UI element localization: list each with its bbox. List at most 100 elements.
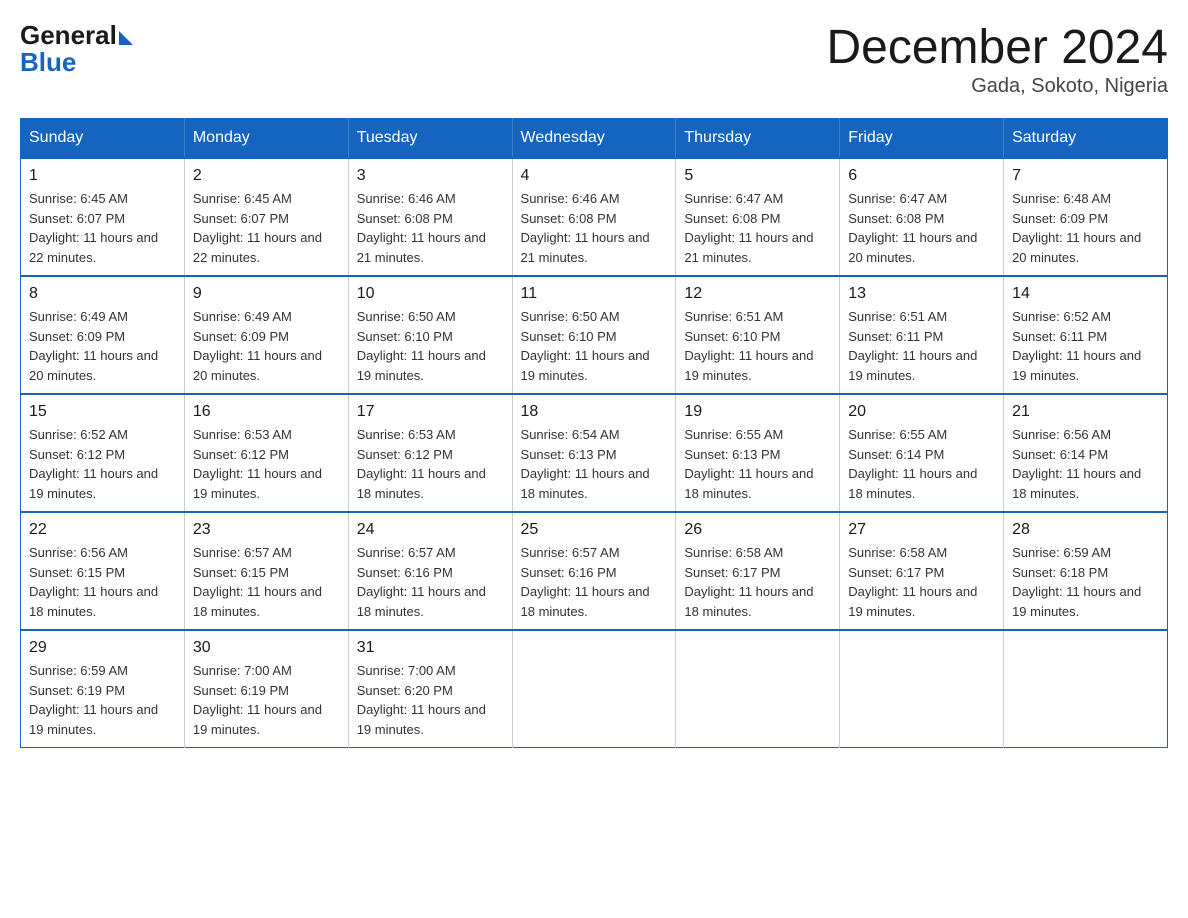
page-subtitle: Gada, Sokoto, Nigeria xyxy=(826,75,1168,98)
calendar-cell: 20 Sunrise: 6:55 AM Sunset: 6:14 PM Dayl… xyxy=(840,394,1004,512)
calendar-cell: 28 Sunrise: 6:59 AM Sunset: 6:18 PM Dayl… xyxy=(1004,512,1168,630)
day-number: 21 xyxy=(1012,403,1159,421)
calendar-cell xyxy=(676,630,840,748)
day-number: 10 xyxy=(357,285,504,303)
day-info: Sunrise: 6:56 AM Sunset: 6:14 PM Dayligh… xyxy=(1012,425,1159,503)
day-info: Sunrise: 6:49 AM Sunset: 6:09 PM Dayligh… xyxy=(193,307,340,385)
day-info: Sunrise: 6:47 AM Sunset: 6:08 PM Dayligh… xyxy=(848,189,995,267)
calendar-cell: 3 Sunrise: 6:46 AM Sunset: 6:08 PM Dayli… xyxy=(348,158,512,276)
day-number: 15 xyxy=(29,403,176,421)
day-number: 14 xyxy=(1012,285,1159,303)
day-number: 18 xyxy=(521,403,668,421)
calendar-cell: 11 Sunrise: 6:50 AM Sunset: 6:10 PM Dayl… xyxy=(512,276,676,394)
calendar-body: 1 Sunrise: 6:45 AM Sunset: 6:07 PM Dayli… xyxy=(21,158,1168,748)
day-number: 7 xyxy=(1012,167,1159,185)
day-info: Sunrise: 6:57 AM Sunset: 6:16 PM Dayligh… xyxy=(521,543,668,621)
header-monday: Monday xyxy=(184,119,348,159)
day-info: Sunrise: 6:55 AM Sunset: 6:14 PM Dayligh… xyxy=(848,425,995,503)
day-number: 25 xyxy=(521,521,668,539)
day-number: 30 xyxy=(193,639,340,657)
day-info: Sunrise: 6:53 AM Sunset: 6:12 PM Dayligh… xyxy=(193,425,340,503)
day-info: Sunrise: 6:53 AM Sunset: 6:12 PM Dayligh… xyxy=(357,425,504,503)
calendar-cell: 30 Sunrise: 7:00 AM Sunset: 6:19 PM Dayl… xyxy=(184,630,348,748)
header-tuesday: Tuesday xyxy=(348,119,512,159)
day-info: Sunrise: 6:52 AM Sunset: 6:12 PM Dayligh… xyxy=(29,425,176,503)
page-title: December 2024 xyxy=(826,20,1168,75)
calendar-week-5: 29 Sunrise: 6:59 AM Sunset: 6:19 PM Dayl… xyxy=(21,630,1168,748)
day-number: 2 xyxy=(193,167,340,185)
day-info: Sunrise: 6:52 AM Sunset: 6:11 PM Dayligh… xyxy=(1012,307,1159,385)
day-number: 13 xyxy=(848,285,995,303)
day-info: Sunrise: 6:48 AM Sunset: 6:09 PM Dayligh… xyxy=(1012,189,1159,267)
day-info: Sunrise: 6:46 AM Sunset: 6:08 PM Dayligh… xyxy=(521,189,668,267)
day-number: 19 xyxy=(684,403,831,421)
calendar-cell: 5 Sunrise: 6:47 AM Sunset: 6:08 PM Dayli… xyxy=(676,158,840,276)
day-number: 5 xyxy=(684,167,831,185)
calendar-cell: 9 Sunrise: 6:49 AM Sunset: 6:09 PM Dayli… xyxy=(184,276,348,394)
day-number: 11 xyxy=(521,285,668,303)
header-wednesday: Wednesday xyxy=(512,119,676,159)
calendar-cell: 10 Sunrise: 6:50 AM Sunset: 6:10 PM Dayl… xyxy=(348,276,512,394)
day-number: 24 xyxy=(357,521,504,539)
day-info: Sunrise: 6:55 AM Sunset: 6:13 PM Dayligh… xyxy=(684,425,831,503)
day-info: Sunrise: 6:45 AM Sunset: 6:07 PM Dayligh… xyxy=(29,189,176,267)
day-info: Sunrise: 6:47 AM Sunset: 6:08 PM Dayligh… xyxy=(684,189,831,267)
calendar-cell: 23 Sunrise: 6:57 AM Sunset: 6:15 PM Dayl… xyxy=(184,512,348,630)
calendar-week-3: 15 Sunrise: 6:52 AM Sunset: 6:12 PM Dayl… xyxy=(21,394,1168,512)
day-info: Sunrise: 6:51 AM Sunset: 6:11 PM Dayligh… xyxy=(848,307,995,385)
calendar-cell: 16 Sunrise: 6:53 AM Sunset: 6:12 PM Dayl… xyxy=(184,394,348,512)
calendar-cell: 27 Sunrise: 6:58 AM Sunset: 6:17 PM Dayl… xyxy=(840,512,1004,630)
day-info: Sunrise: 6:49 AM Sunset: 6:09 PM Dayligh… xyxy=(29,307,176,385)
calendar-cell: 2 Sunrise: 6:45 AM Sunset: 6:07 PM Dayli… xyxy=(184,158,348,276)
calendar-cell: 14 Sunrise: 6:52 AM Sunset: 6:11 PM Dayl… xyxy=(1004,276,1168,394)
day-number: 23 xyxy=(193,521,340,539)
day-info: Sunrise: 6:58 AM Sunset: 6:17 PM Dayligh… xyxy=(848,543,995,621)
day-number: 16 xyxy=(193,403,340,421)
header-saturday: Saturday xyxy=(1004,119,1168,159)
calendar-cell: 1 Sunrise: 6:45 AM Sunset: 6:07 PM Dayli… xyxy=(21,158,185,276)
day-info: Sunrise: 6:45 AM Sunset: 6:07 PM Dayligh… xyxy=(193,189,340,267)
day-info: Sunrise: 6:59 AM Sunset: 6:18 PM Dayligh… xyxy=(1012,543,1159,621)
calendar-week-1: 1 Sunrise: 6:45 AM Sunset: 6:07 PM Dayli… xyxy=(21,158,1168,276)
calendar-cell xyxy=(840,630,1004,748)
calendar-cell: 31 Sunrise: 7:00 AM Sunset: 6:20 PM Dayl… xyxy=(348,630,512,748)
day-number: 12 xyxy=(684,285,831,303)
day-number: 31 xyxy=(357,639,504,657)
header-sunday: Sunday xyxy=(21,119,185,159)
header-thursday: Thursday xyxy=(676,119,840,159)
calendar-table: Sunday Monday Tuesday Wednesday Thursday… xyxy=(20,118,1168,748)
logo: General Blue xyxy=(20,20,133,78)
calendar-week-4: 22 Sunrise: 6:56 AM Sunset: 6:15 PM Dayl… xyxy=(21,512,1168,630)
day-number: 26 xyxy=(684,521,831,539)
day-number: 3 xyxy=(357,167,504,185)
calendar-cell: 25 Sunrise: 6:57 AM Sunset: 6:16 PM Dayl… xyxy=(512,512,676,630)
day-number: 1 xyxy=(29,167,176,185)
page-header: General Blue December 2024 Gada, Sokoto,… xyxy=(20,20,1168,98)
calendar-cell: 26 Sunrise: 6:58 AM Sunset: 6:17 PM Dayl… xyxy=(676,512,840,630)
calendar-cell: 8 Sunrise: 6:49 AM Sunset: 6:09 PM Dayli… xyxy=(21,276,185,394)
day-number: 9 xyxy=(193,285,340,303)
day-info: Sunrise: 6:56 AM Sunset: 6:15 PM Dayligh… xyxy=(29,543,176,621)
day-info: Sunrise: 7:00 AM Sunset: 6:19 PM Dayligh… xyxy=(193,661,340,739)
title-area: December 2024 Gada, Sokoto, Nigeria xyxy=(826,20,1168,98)
calendar-cell: 13 Sunrise: 6:51 AM Sunset: 6:11 PM Dayl… xyxy=(840,276,1004,394)
day-number: 22 xyxy=(29,521,176,539)
calendar-cell: 21 Sunrise: 6:56 AM Sunset: 6:14 PM Dayl… xyxy=(1004,394,1168,512)
day-number: 6 xyxy=(848,167,995,185)
day-info: Sunrise: 6:58 AM Sunset: 6:17 PM Dayligh… xyxy=(684,543,831,621)
day-info: Sunrise: 6:50 AM Sunset: 6:10 PM Dayligh… xyxy=(521,307,668,385)
day-number: 17 xyxy=(357,403,504,421)
day-info: Sunrise: 6:57 AM Sunset: 6:16 PM Dayligh… xyxy=(357,543,504,621)
calendar-cell xyxy=(1004,630,1168,748)
calendar-week-2: 8 Sunrise: 6:49 AM Sunset: 6:09 PM Dayli… xyxy=(21,276,1168,394)
calendar-cell: 17 Sunrise: 6:53 AM Sunset: 6:12 PM Dayl… xyxy=(348,394,512,512)
calendar-cell: 24 Sunrise: 6:57 AM Sunset: 6:16 PM Dayl… xyxy=(348,512,512,630)
calendar-cell: 4 Sunrise: 6:46 AM Sunset: 6:08 PM Dayli… xyxy=(512,158,676,276)
calendar-cell: 18 Sunrise: 6:54 AM Sunset: 6:13 PM Dayl… xyxy=(512,394,676,512)
day-number: 8 xyxy=(29,285,176,303)
calendar-cell: 29 Sunrise: 6:59 AM Sunset: 6:19 PM Dayl… xyxy=(21,630,185,748)
calendar-cell: 19 Sunrise: 6:55 AM Sunset: 6:13 PM Dayl… xyxy=(676,394,840,512)
day-info: Sunrise: 6:54 AM Sunset: 6:13 PM Dayligh… xyxy=(521,425,668,503)
day-number: 27 xyxy=(848,521,995,539)
calendar-header: Sunday Monday Tuesday Wednesday Thursday… xyxy=(21,119,1168,159)
